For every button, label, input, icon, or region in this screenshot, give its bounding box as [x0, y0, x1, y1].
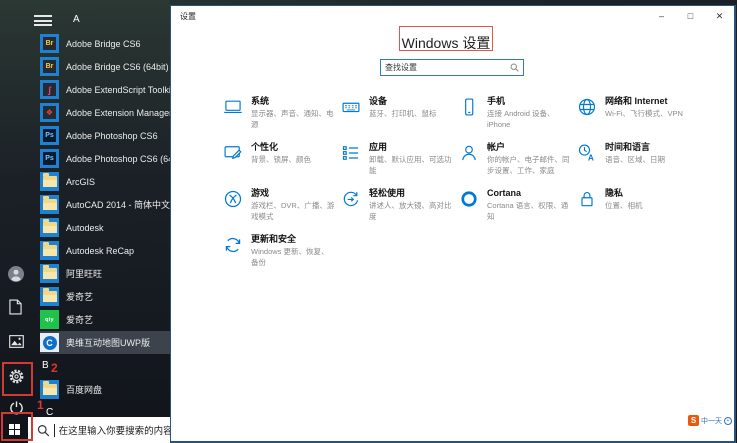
- category-accounts[interactable]: 帐户你的帐户、电子邮件、同步设置、工作、家庭: [459, 142, 577, 188]
- settings-category-grid: 系统显示器、声音、通知、电源 设备蓝牙、打印机、鼠标 手机连接 Android …: [223, 96, 695, 280]
- category-network[interactable]: 网络和 InternetWi-Fi、飞行模式、VPN: [577, 96, 695, 142]
- app-item[interactable]: qiy 爱奇艺: [40, 308, 170, 331]
- category-ease-of-access[interactable]: 轻松使用讲述人、放大镜、高对比度: [341, 188, 459, 234]
- pictures-icon[interactable]: [9, 335, 24, 353]
- app-item[interactable]: Ps Adobe Photoshop CS6 (64: [40, 147, 170, 170]
- adobe-extension-manager-icon: ❖: [40, 103, 59, 122]
- app-item-selected[interactable]: C 奥维互动地图UWP版: [40, 331, 170, 354]
- category-devices[interactable]: 设备蓝牙、打印机、鼠标: [341, 96, 459, 142]
- ease-of-access-icon: [341, 189, 361, 209]
- app-item[interactable]: 百度网盘: [40, 378, 170, 401]
- annotation-number-2: 2: [51, 361, 58, 375]
- phone-icon: [459, 97, 479, 117]
- category-personalization[interactable]: 个性化背景、锁屏、颜色: [223, 142, 341, 188]
- app-item[interactable]: AutoCAD 2014 - 简体中文 (: [40, 193, 170, 216]
- folder-icon: [40, 380, 59, 399]
- devices-icon: [341, 97, 361, 117]
- folder-icon: [40, 172, 59, 191]
- maximize-button[interactable]: □: [676, 6, 705, 26]
- windows-logo-icon: [9, 424, 20, 435]
- start-button[interactable]: [0, 415, 28, 443]
- search-icon: [510, 63, 519, 72]
- folder-icon: [40, 287, 59, 306]
- settings-search-placeholder: 查找设置: [385, 62, 507, 73]
- system-icon: [223, 97, 243, 117]
- window-title: 设置: [180, 11, 196, 22]
- user-avatar-icon[interactable]: [8, 266, 24, 287]
- watermark-s-badge: S: [688, 415, 699, 426]
- category-privacy[interactable]: 隐私位置、相机: [577, 188, 695, 234]
- accounts-icon: [459, 143, 479, 163]
- time-language-icon: A: [577, 143, 597, 163]
- adobe-photoshop-icon: Ps: [40, 149, 59, 168]
- app-item[interactable]: 阿里旺旺: [40, 262, 170, 285]
- app-item[interactable]: Autodesk: [40, 216, 170, 239]
- aowei-map-icon: C: [40, 333, 59, 352]
- watermark: S 中一天 +: [688, 415, 732, 426]
- taskbar-search[interactable]: 在这里输入你要搜索的内容: [28, 417, 170, 443]
- text-caret: [54, 424, 55, 437]
- app-item[interactable]: ArcGIS: [40, 170, 170, 193]
- adobe-photoshop-icon: Ps: [40, 126, 59, 145]
- annotation-number-1: 1: [37, 398, 44, 412]
- adobe-bridge-icon: Br: [40, 57, 59, 76]
- watermark-text: 中一天: [701, 416, 722, 426]
- app-item[interactable]: Br Adobe Bridge CS6 (64bit): [40, 55, 170, 78]
- category-apps[interactable]: 应用卸载、默认应用、可选功能: [341, 142, 459, 188]
- app-item[interactable]: Br Adobe Bridge CS6: [40, 32, 170, 55]
- app-item[interactable]: Ps Adobe Photoshop CS6: [40, 124, 170, 147]
- section-header-a[interactable]: A: [40, 8, 170, 32]
- start-app-list: A Br Adobe Bridge CS6 Br Adobe Bridge CS…: [40, 8, 170, 425]
- network-internet-icon: [577, 97, 597, 117]
- personalization-icon: [223, 143, 243, 163]
- category-time-language[interactable]: A 时间和语言语音、区域、日期: [577, 142, 695, 188]
- app-item[interactable]: Autodesk ReCap: [40, 239, 170, 262]
- titlebar[interactable]: 设置 – □ ✕: [171, 6, 734, 26]
- folder-icon: [40, 264, 59, 283]
- desktop: A Br Adobe Bridge CS6 Br Adobe Bridge CS…: [0, 0, 737, 443]
- category-system[interactable]: 系统显示器、声音、通知、电源: [223, 96, 341, 142]
- svg-text:A: A: [588, 153, 594, 163]
- app-item[interactable]: ❖ Adobe Extension Manager: [40, 101, 170, 124]
- start-menu: A Br Adobe Bridge CS6 Br Adobe Bridge CS…: [0, 0, 170, 443]
- app-item[interactable]: ∫ Adobe ExtendScript Toolkit: [40, 78, 170, 101]
- apps-icon: [341, 143, 361, 163]
- category-phone[interactable]: 手机连接 Android 设备、iPhone: [459, 96, 577, 142]
- folder-icon: [40, 195, 59, 214]
- settings-window: 设置 – □ ✕ Windows 设置 查找设置 系统显示器、声音、通知、电源 …: [170, 5, 736, 443]
- category-update-security[interactable]: 更新和安全Windows 更新、恢复、备份: [223, 234, 341, 280]
- close-button[interactable]: ✕: [705, 6, 734, 26]
- watermark-circle-icon: +: [724, 417, 732, 425]
- folder-icon: [40, 241, 59, 260]
- taskbar-search-placeholder: 在这里输入你要搜索的内容: [59, 423, 170, 437]
- documents-icon[interactable]: [9, 299, 22, 320]
- gaming-xbox-icon: [223, 189, 243, 209]
- privacy-lock-icon: [577, 189, 597, 209]
- qiyi-icon: qiy: [40, 310, 59, 329]
- cortana-icon: [459, 189, 479, 209]
- folder-icon: [40, 218, 59, 237]
- settings-gear-icon[interactable]: [8, 368, 25, 390]
- minimize-button[interactable]: –: [647, 6, 676, 26]
- update-security-icon: [223, 235, 243, 255]
- search-icon: [37, 424, 50, 437]
- adobe-bridge-icon: Br: [40, 34, 59, 53]
- settings-search-input[interactable]: 查找设置: [380, 59, 524, 76]
- page-title: Windows 设置: [171, 33, 721, 53]
- app-item[interactable]: 爱奇艺: [40, 285, 170, 308]
- section-header-b[interactable]: B: [40, 354, 170, 378]
- category-cortana[interactable]: CortanaCortana 语言、权限、通知: [459, 188, 577, 234]
- adobe-extendscript-icon: ∫: [40, 80, 59, 99]
- category-gaming[interactable]: 游戏游戏栏、DVR、广播、游戏模式: [223, 188, 341, 234]
